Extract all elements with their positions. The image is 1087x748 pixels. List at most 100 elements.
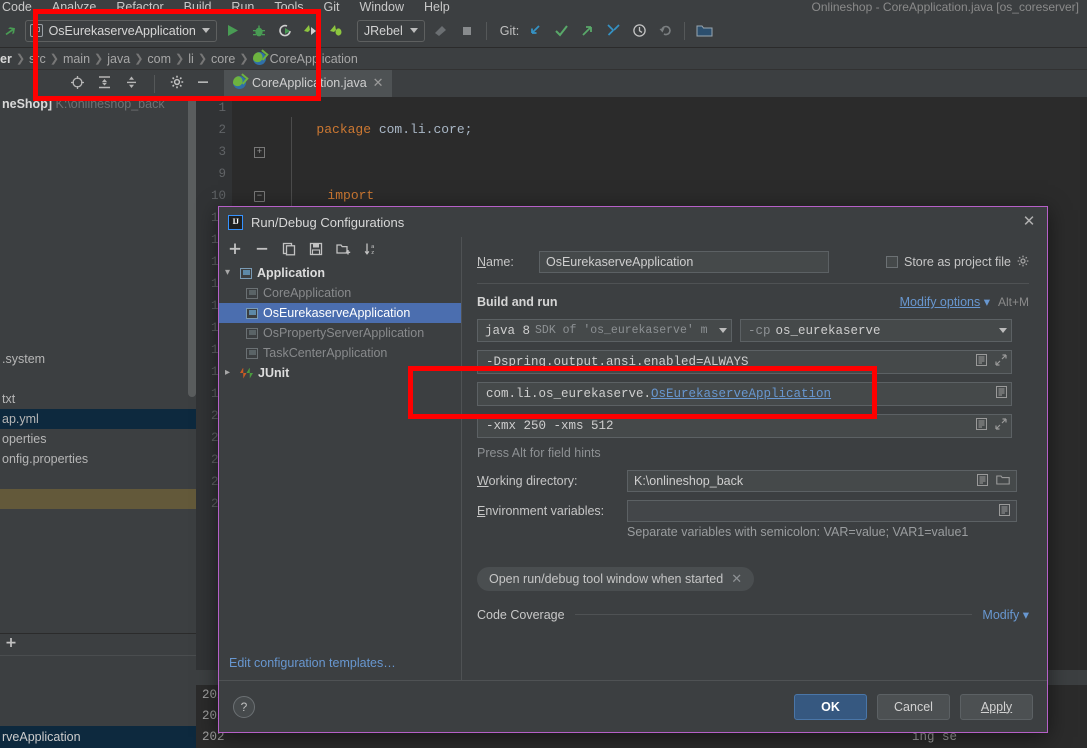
add-icon[interactable]: [228, 242, 242, 259]
jdk-selector[interactable]: java 8 SDK of 'os_eurekaserve' m: [477, 319, 732, 342]
code-coverage-modify-link[interactable]: Modify ▾: [982, 607, 1029, 622]
apply-button[interactable]: Apply: [960, 693, 1033, 720]
git-commit-icon[interactable]: [551, 21, 571, 41]
breadcrumb-item-6[interactable]: core: [207, 52, 239, 66]
editor-tab-coreapplication[interactable]: CoreApplication.java ✕: [224, 70, 392, 97]
menu-item-build[interactable]: Build: [184, 0, 212, 14]
classpath-selector[interactable]: -cp os_eurekaserve: [740, 319, 1012, 342]
breadcrumb-item-2[interactable]: main: [59, 52, 94, 66]
macro-list-icon[interactable]: [976, 354, 987, 370]
main-class-name[interactable]: OsEurekaserveApplication: [651, 387, 831, 401]
breadcrumb-item-0[interactable]: er: [0, 52, 16, 66]
breadcrumb-item-7[interactable]: CoreApplication: [266, 52, 362, 66]
store-as-project-file-row[interactable]: Store as project file: [886, 255, 1029, 270]
debug-icon[interactable]: [249, 21, 269, 41]
vm-options-input[interactable]: -Dspring.output.ansi.enabled=ALWAYS: [477, 350, 1012, 374]
sidebar-scrollbar[interactable]: [188, 97, 196, 397]
browse-class-icon[interactable]: [996, 386, 1007, 402]
ok-button[interactable]: OK: [794, 693, 867, 720]
git-update-icon[interactable]: [525, 21, 545, 41]
locate-icon[interactable]: [70, 75, 85, 93]
fold-expand-icon[interactable]: +: [254, 147, 265, 158]
stop-icon[interactable]: [457, 21, 477, 41]
store-as-project-file-checkbox[interactable]: [886, 256, 898, 268]
breadcrumb-item-5[interactable]: li: [184, 52, 198, 66]
open-folder-icon[interactable]: [694, 21, 714, 41]
tree-node-taskcenterapplication[interactable]: TaskCenterApplication: [219, 343, 461, 363]
program-arguments-input[interactable]: -xmx 250 -xms 512: [477, 414, 1012, 438]
new-folder-icon[interactable]: [336, 242, 351, 259]
code-coverage-section: Code Coverage Modify ▾: [477, 607, 1029, 623]
gear-icon[interactable]: [1017, 255, 1029, 270]
close-icon[interactable]: ✕: [731, 571, 742, 587]
collapse-all-icon[interactable]: [124, 75, 139, 93]
tree-node-coreapplication[interactable]: CoreApplication: [219, 283, 461, 303]
run-icon[interactable]: [223, 21, 243, 41]
sidebar-item-0[interactable]: .system: [0, 349, 196, 369]
tree-node-oseurekaserveapplication[interactable]: OsEurekaserveApplication: [219, 303, 461, 323]
edit-variables-icon[interactable]: [999, 503, 1010, 519]
sidebar-item-4[interactable]: onfig.properties: [0, 449, 196, 469]
main-class-input[interactable]: com.li.os_eurekaserve. OsEurekaserveAppli…: [477, 382, 1012, 406]
rerun-icon[interactable]: [275, 21, 295, 41]
expand-editor-icon[interactable]: [995, 418, 1007, 434]
sidebar-add-row[interactable]: [0, 634, 196, 656]
history-icon[interactable]: [629, 21, 649, 41]
menu-item-window[interactable]: Window: [360, 0, 404, 14]
expand-editor-icon[interactable]: [995, 354, 1007, 370]
sidebar-item-3[interactable]: operties: [0, 429, 196, 449]
jrebel-debug-icon[interactable]: [327, 21, 347, 41]
breadcrumb-item-1[interactable]: src: [25, 52, 50, 66]
hide-icon[interactable]: [196, 75, 210, 92]
cancel-button[interactable]: Cancel: [877, 693, 950, 720]
chevron-right-icon[interactable]: ▸: [225, 363, 235, 383]
menu-item-git[interactable]: Git: [324, 0, 340, 14]
build-icon[interactable]: [431, 21, 451, 41]
close-icon[interactable]: ✕: [373, 75, 384, 91]
menu-item-tools[interactable]: Tools: [274, 0, 303, 14]
sort-alphabetically-icon[interactable]: az: [364, 242, 378, 259]
expand-all-icon[interactable]: [97, 75, 112, 93]
name-input[interactable]: OsEurekaserveApplication: [539, 251, 829, 273]
breadcrumb-item-4[interactable]: com: [143, 52, 175, 66]
navigate-back-icon[interactable]: ➔: [0, 20, 21, 41]
edit-configuration-templates-link[interactable]: Edit configuration templates…: [229, 656, 396, 670]
run-configuration-selector[interactable]: OsEurekaserveApplication: [24, 19, 217, 42]
menu-item-code[interactable]: Code: [2, 0, 32, 14]
sidebar-item-1[interactable]: txt: [0, 389, 196, 409]
jrebel-run-icon[interactable]: [301, 21, 321, 41]
git-merge-icon[interactable]: [603, 21, 623, 41]
close-icon[interactable]: ✕: [1021, 214, 1037, 230]
working-directory-input[interactable]: K:\onlineshop_back: [627, 470, 1017, 492]
macro-list-icon[interactable]: [977, 473, 988, 489]
add-icon[interactable]: [4, 636, 18, 653]
remove-icon[interactable]: [255, 242, 269, 259]
breadcrumb-sep: ❯: [94, 53, 104, 65]
open-tool-window-chip[interactable]: Open run/debug tool window when started …: [477, 567, 755, 591]
menu-item-help[interactable]: Help: [424, 0, 450, 14]
save-icon[interactable]: [309, 242, 323, 259]
fold-collapse-icon[interactable]: −: [254, 191, 265, 202]
rollback-icon[interactable]: [655, 21, 675, 41]
macro-list-icon[interactable]: [976, 418, 987, 434]
git-push-icon[interactable]: [577, 21, 597, 41]
jrebel-selector[interactable]: JRebel: [356, 19, 425, 42]
project-root-row[interactable]: neShop] K:\onlineshop_back: [0, 97, 196, 115]
breadcrumb-item-3[interactable]: java: [103, 52, 134, 66]
menu-item-analyze[interactable]: Analyze: [52, 0, 96, 14]
gear-icon[interactable]: [170, 75, 184, 92]
tree-node-ospropertyserverapplication[interactable]: OsPropertyServerApplication: [219, 323, 461, 343]
tree-node-application[interactable]: ▾ Application: [219, 263, 461, 283]
tree-node-junit[interactable]: ▸ JUnit: [219, 363, 461, 383]
help-button[interactable]: ?: [233, 695, 255, 718]
chevron-down-icon[interactable]: ▾: [225, 263, 235, 283]
environment-variables-input[interactable]: [627, 500, 1017, 522]
sidebar-bottom-selected[interactable]: rveApplication: [0, 726, 196, 748]
sidebar-item-5[interactable]: [0, 489, 196, 509]
menu-item-run[interactable]: Run: [231, 0, 254, 14]
sidebar-item-2[interactable]: ap.yml: [0, 409, 196, 429]
browse-folder-icon[interactable]: [996, 474, 1010, 489]
copy-icon[interactable]: [282, 242, 296, 259]
menu-item-refactor[interactable]: Refactor: [116, 0, 163, 14]
modify-options-link[interactable]: Modify options ▾: [900, 294, 990, 309]
